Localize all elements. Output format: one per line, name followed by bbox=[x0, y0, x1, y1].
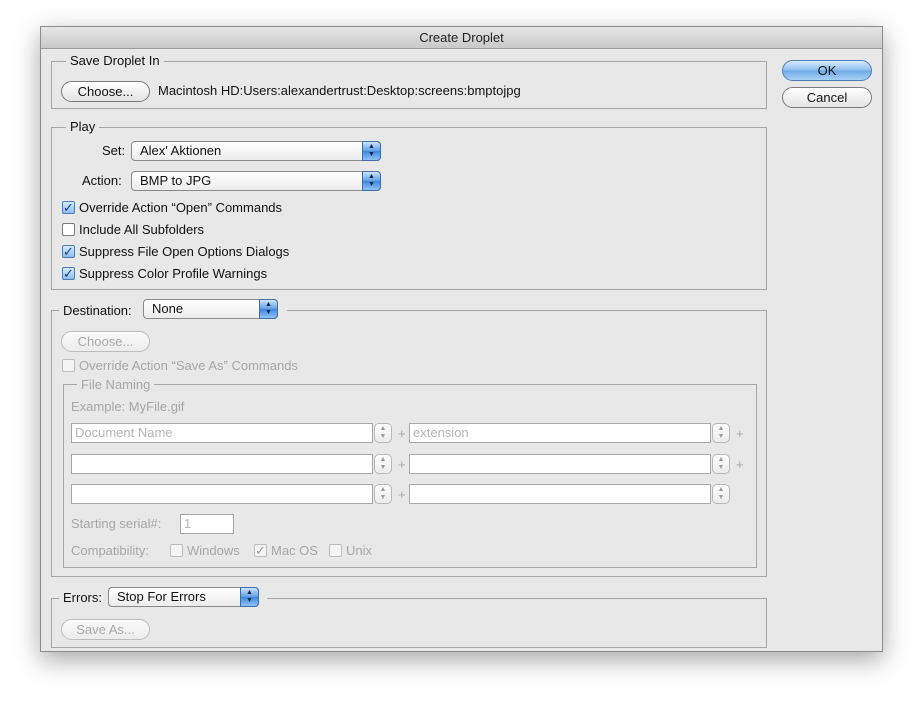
starting-serial-label: Starting serial#: bbox=[71, 516, 162, 531]
play-legend: Play bbox=[66, 119, 100, 135]
include-subfolders-label: Include All Subfolders bbox=[79, 222, 205, 237]
set-popup[interactable]: Alex' Aktionen ▲ ▼ bbox=[131, 141, 381, 161]
naming-field-3-left[interactable] bbox=[71, 484, 373, 504]
compat-unix-checkbox[interactable] bbox=[329, 544, 342, 557]
compat-windows-checkbox[interactable] bbox=[170, 544, 183, 557]
naming-field-3-right[interactable] bbox=[409, 484, 711, 504]
file-naming-example: Example: MyFile.gif bbox=[71, 399, 185, 414]
include-subfolders-checkbox[interactable] bbox=[62, 223, 75, 236]
set-value: Alex' Aktionen bbox=[140, 143, 222, 158]
stepper-arrows-icon[interactable]: ▲ ▼ bbox=[712, 423, 730, 443]
plus-sign: + bbox=[736, 426, 744, 441]
stepper-arrows-icon[interactable]: ▲ ▼ bbox=[374, 423, 392, 443]
save-droplet-in-legend: Save Droplet In bbox=[66, 53, 164, 69]
plus-sign: + bbox=[398, 457, 406, 472]
save-in-choose-button[interactable]: Choose... bbox=[61, 81, 150, 102]
stepper-arrows-icon[interactable]: ▲ ▼ bbox=[374, 484, 392, 504]
destination-label: Destination: bbox=[63, 303, 132, 318]
suppress-color-profile-label: Suppress Color Profile Warnings bbox=[79, 266, 268, 281]
plus-sign: + bbox=[398, 426, 406, 441]
compat-windows-label: Windows bbox=[187, 543, 240, 558]
plus-sign: + bbox=[736, 457, 744, 472]
override-save-as-checkbox[interactable] bbox=[62, 359, 75, 372]
naming-field-2-left[interactable] bbox=[71, 454, 373, 474]
action-label: Action: bbox=[82, 173, 122, 188]
destination-choose-button[interactable]: Choose... bbox=[61, 331, 150, 352]
window-title: Create Droplet bbox=[41, 27, 882, 49]
override-open-label: Override Action “Open” Commands bbox=[79, 200, 283, 215]
naming-field-1-right[interactable]: extension bbox=[409, 423, 711, 443]
stepper-arrows-icon[interactable]: ▲ ▼ bbox=[712, 454, 730, 474]
popup-arrows-icon: ▲ ▼ bbox=[259, 299, 278, 319]
suppress-open-options-checkbox[interactable]: ✓ bbox=[62, 245, 75, 258]
set-label: Set: bbox=[102, 143, 126, 158]
cancel-button[interactable]: Cancel bbox=[782, 87, 872, 108]
compat-macos-checkbox[interactable]: ✓ bbox=[254, 544, 267, 557]
plus-sign: + bbox=[398, 487, 406, 502]
starting-serial-input[interactable]: 1 bbox=[180, 514, 234, 534]
override-open-checkbox[interactable]: ✓ bbox=[62, 201, 75, 214]
action-popup[interactable]: BMP to JPG ▲ ▼ bbox=[131, 171, 381, 191]
action-value: BMP to JPG bbox=[140, 173, 212, 188]
destination-popup[interactable]: None ▲ ▼ bbox=[143, 299, 278, 319]
popup-arrows-icon: ▲ ▼ bbox=[362, 171, 381, 191]
stepper-arrows-icon[interactable]: ▲ ▼ bbox=[712, 484, 730, 504]
suppress-open-options-label: Suppress File Open Options Dialogs bbox=[79, 244, 290, 259]
compat-unix-label: Unix bbox=[346, 543, 373, 558]
naming-field-2-right[interactable] bbox=[409, 454, 711, 474]
errors-popup[interactable]: Stop For Errors ▲ ▼ bbox=[108, 587, 259, 607]
destination-value: None bbox=[152, 301, 184, 316]
compat-macos-label: Mac OS bbox=[271, 543, 318, 558]
file-naming-legend: File Naming bbox=[77, 377, 155, 393]
ok-button[interactable]: OK bbox=[782, 60, 872, 81]
override-save-as-label: Override Action “Save As” Commands bbox=[79, 358, 298, 373]
create-droplet-dialog: Create Droplet OK Cancel Save Droplet In… bbox=[40, 26, 883, 652]
naming-field-1-left[interactable]: Document Name bbox=[71, 423, 373, 443]
save-in-path: Macintosh HD:Users:alexandertrust:Deskto… bbox=[158, 83, 521, 98]
errors-label: Errors: bbox=[63, 590, 102, 605]
stepper-arrows-icon[interactable]: ▲ ▼ bbox=[374, 454, 392, 474]
popup-arrows-icon: ▲ ▼ bbox=[240, 587, 259, 607]
save-as-button[interactable]: Save As... bbox=[61, 619, 150, 640]
compatibility-label: Compatibility: bbox=[71, 543, 150, 558]
suppress-color-profile-checkbox[interactable]: ✓ bbox=[62, 267, 75, 280]
errors-value: Stop For Errors bbox=[117, 589, 206, 604]
popup-arrows-icon: ▲ ▼ bbox=[362, 141, 381, 161]
